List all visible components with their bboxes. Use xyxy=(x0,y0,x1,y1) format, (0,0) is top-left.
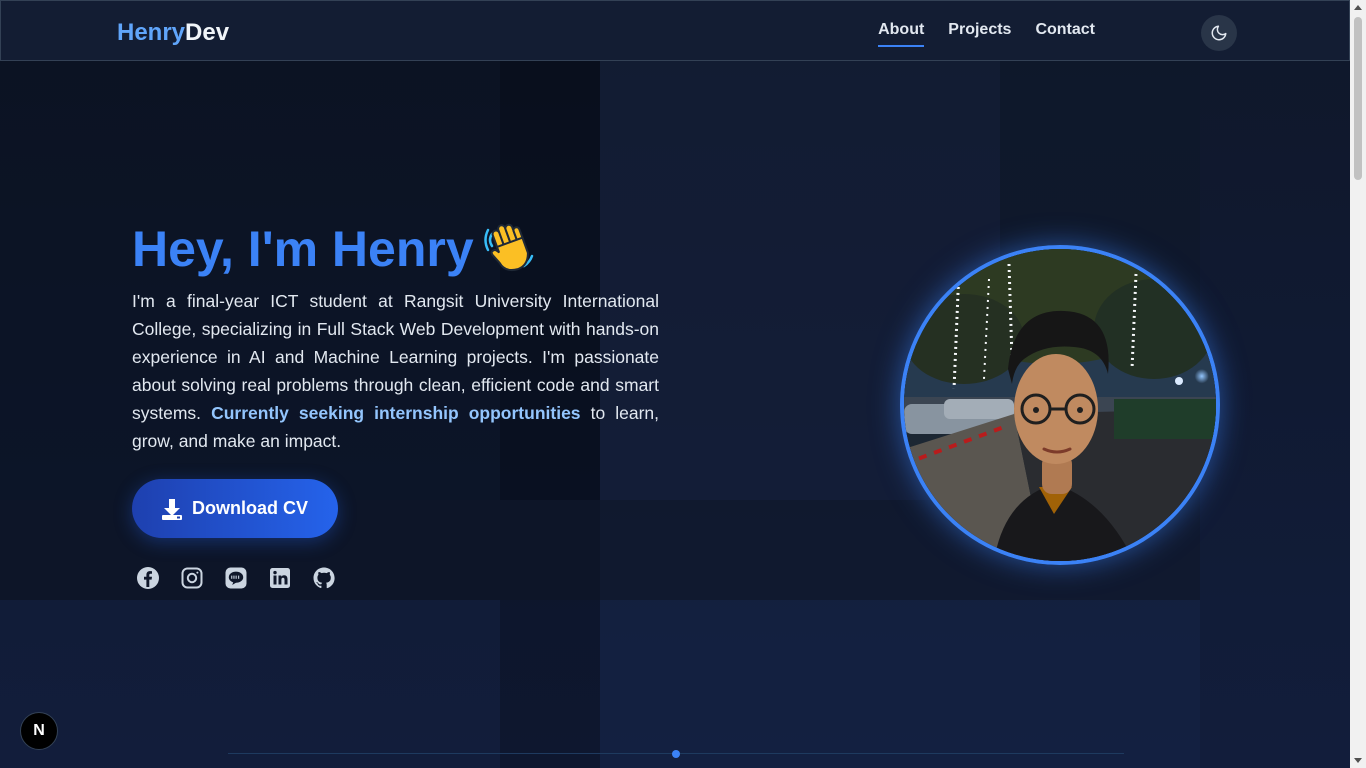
download-cv-button[interactable]: Download CV xyxy=(132,479,338,538)
line-icon[interactable] xyxy=(224,566,248,590)
hero-title-text: Hey, I'm Henry xyxy=(132,221,474,278)
nav-link-about[interactable]: About xyxy=(878,21,925,47)
facebook-icon[interactable] xyxy=(136,566,160,590)
background-tile xyxy=(500,600,600,768)
brand-name-part2: Dev xyxy=(185,19,230,46)
navbar: HenryDev About Projects Contact xyxy=(0,0,1350,61)
scrollbar-thumb[interactable] xyxy=(1354,17,1362,180)
waving-hand-icon xyxy=(483,220,538,286)
moon-icon xyxy=(1211,25,1227,41)
brand-logo[interactable]: HenryDev xyxy=(117,19,229,47)
linkedin-icon[interactable] xyxy=(268,566,292,590)
brand-name-part1: Henry xyxy=(117,19,186,46)
nav-link-projects[interactable]: Projects xyxy=(948,21,1011,47)
instagram-icon[interactable] xyxy=(180,566,204,590)
nav-links: About Projects Contact xyxy=(878,21,1095,47)
vertical-scrollbar[interactable] xyxy=(1350,0,1366,768)
hero-title: Hey, I'm Henry xyxy=(132,220,538,286)
nextjs-dev-badge[interactable]: N xyxy=(20,712,58,750)
bio-highlight: Currently seeking internship opportuniti… xyxy=(211,403,581,423)
scroll-down-arrow-icon[interactable] xyxy=(1354,758,1362,763)
theme-toggle-button[interactable] xyxy=(1201,15,1237,51)
background-tile xyxy=(600,600,1200,768)
profile-photo-image xyxy=(904,249,1216,561)
scroll-indicator-dot xyxy=(672,750,680,758)
github-icon[interactable] xyxy=(312,566,336,590)
download-cv-label: Download CV xyxy=(192,498,308,518)
profile-photo xyxy=(900,245,1220,565)
nav-link-contact[interactable]: Contact xyxy=(1035,21,1095,47)
hero-description: I'm a final-year ICT student at Rangsit … xyxy=(132,287,659,455)
scroll-up-arrow-icon[interactable] xyxy=(1354,5,1362,10)
next-badge-label: N xyxy=(33,722,45,739)
download-icon xyxy=(162,498,182,520)
social-links xyxy=(136,566,336,590)
